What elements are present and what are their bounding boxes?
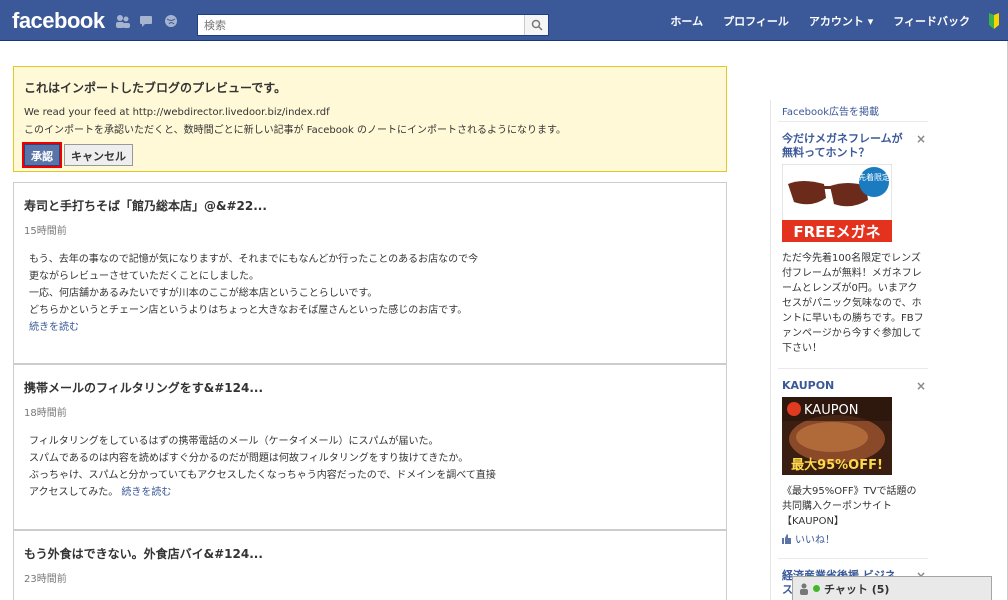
close-icon[interactable]: ×	[916, 379, 926, 393]
search-icon	[531, 19, 543, 31]
top-nav: ホーム プロフィール アカウント ▾ フィードバック	[660, 0, 1008, 41]
post-line: フィルタリングをしているはずの携帯電話のメール（ケータイメール）にスパムが届いた…	[29, 436, 439, 447]
friend-requests-icon[interactable]	[115, 14, 131, 28]
jewels	[115, 14, 179, 28]
post-line-last: アクセスしてみた。 続きを読む	[29, 484, 716, 501]
cancel-button[interactable]: キャンセル	[64, 144, 133, 166]
notice-buttons: 承認 キャンセル	[22, 142, 716, 168]
ad-image-glasses[interactable]: 先着限定 FREEメガネ	[781, 163, 893, 243]
post-card: 寿司と手打ちそば「館乃総本店」@&#22... 15時間前 もう、去年の事なので…	[13, 182, 727, 364]
post-body: もう、去年の事なので記憶が気になりますが、それまでにもなんどか行ったことのあるお…	[24, 251, 716, 336]
nav-account[interactable]: アカウント ▾	[799, 0, 883, 41]
nav-home[interactable]: ホーム	[660, 0, 713, 41]
column-divider	[770, 100, 771, 600]
ad-image-text: FREEメガネ	[793, 223, 880, 241]
like-link[interactable]: いいね！	[782, 531, 924, 546]
ad-image-text: 最大95%OFF!	[791, 457, 883, 473]
chat-bar[interactable]: チャット (5)	[792, 576, 992, 600]
ad-item: KAUPON × KAUPON 最大95%OFF! 《最大95%OFF》TVで話…	[778, 377, 928, 559]
post-title[interactable]: 携帯メールのフィルタリングをす&#124...	[24, 379, 716, 396]
approve-button[interactable]: 承認	[22, 142, 62, 168]
close-icon[interactable]: ×	[916, 132, 926, 146]
ad-item: 今だけメガネフレームが無料ってホント？ × 先着限定 FREEメガネ ただ今先着…	[778, 130, 928, 369]
ad-image-kaupon[interactable]: KAUPON 最大95%OFF!	[782, 397, 892, 475]
import-preview-notice: これはインポートしたブログのプレビューです。 We read your feed…	[13, 66, 727, 172]
beginner-mark-icon[interactable]	[980, 12, 1008, 29]
post-card: もう外食はできない。外食店バイ&#124... 23時間前	[13, 530, 727, 600]
post-line: もう、去年の事なので記憶が気になりますが、それまでにもなんどか行ったことのあるお…	[29, 254, 479, 265]
post-line: ぶっちゃけ、スパムと分かっていてもアクセスしたくなっちゃう内容だったので、ドメイ…	[29, 470, 496, 481]
thumbs-up-icon	[782, 533, 791, 544]
post-line: スパムであるのは内容を読めばすぐ分かるのだが問題は何故フィルタリングをすり抜けて…	[29, 453, 469, 464]
ad-brand-text: KAUPON	[804, 403, 859, 418]
ads-sidebar: Facebook広告を掲載 今だけメガネフレームが無料ってホント？ × 先着限定…	[778, 100, 928, 600]
facebook-logo[interactable]: facebook	[12, 8, 105, 34]
read-more-link[interactable]: 続きを読む	[29, 322, 79, 333]
post-line: 更ながらレビューさせていただくことにしました。	[29, 271, 259, 282]
ad-title[interactable]: KAUPON	[782, 379, 924, 393]
like-label: いいね！	[795, 535, 835, 546]
create-ad-link[interactable]: Facebook広告を掲載	[778, 100, 928, 122]
chat-label: チャット (5)	[824, 582, 890, 596]
notice-description: このインポートを承認いただくと、数時間ごとに新しい記事が Facebook のノ…	[24, 125, 566, 136]
post-title[interactable]: 寿司と手打ちそば「館乃総本店」@&#22...	[24, 197, 716, 214]
post-time: 23時間前	[24, 574, 67, 585]
ad-text: 《最大95%OFF》TVで話題の共同購入クーポンサイト【KAUPON】	[782, 486, 917, 527]
read-more-link[interactable]: 続きを読む	[121, 487, 171, 498]
search-input[interactable]	[198, 15, 518, 35]
post-line: 一応、何店舗かあるみたいですが川本のここが総本店ということらしいです。	[29, 288, 378, 299]
ad-badge-text: 先着限定	[858, 172, 890, 182]
notifications-globe-icon[interactable]	[163, 14, 179, 28]
search-box	[197, 14, 549, 36]
chat-user-icon	[800, 583, 808, 595]
nav-profile[interactable]: プロフィール	[713, 0, 799, 41]
post-card: 携帯メールのフィルタリングをす&#124... 18時間前 フィルタリングをして…	[13, 364, 727, 530]
search-button[interactable]	[524, 15, 548, 35]
post-line: アクセスしてみた。	[29, 487, 119, 498]
ad-text: ただ今先着100名限定でレンズ付フレームが無料！メガネフレームとレンズが0円。い…	[782, 253, 924, 354]
nav-feedback[interactable]: フィードバック	[883, 0, 980, 41]
post-time: 18時間前	[24, 408, 67, 419]
post-line: どちらかというとチェーン店というよりはちょっと大きなおそば屋さんといった感じのお…	[29, 305, 468, 316]
post-time: 15時間前	[24, 226, 67, 237]
ad-title[interactable]: 今だけメガネフレームが無料ってホント？	[782, 132, 924, 160]
post-title[interactable]: もう外食はできない。外食店バイ&#124...	[24, 545, 716, 562]
notice-feed-line: We read your feed at http://webdirector.…	[24, 107, 330, 118]
top-bar: facebook ホーム プロフィール アカウント ▾ フィードバック	[0, 0, 1008, 41]
messages-icon[interactable]	[139, 14, 155, 28]
post-body: フィルタリングをしているはずの携帯電話のメール（ケータイメール）にスパムが届いた…	[24, 433, 716, 501]
online-status-dot	[813, 585, 820, 592]
notice-title: これはインポートしたブログのプレビューです。	[24, 81, 287, 95]
